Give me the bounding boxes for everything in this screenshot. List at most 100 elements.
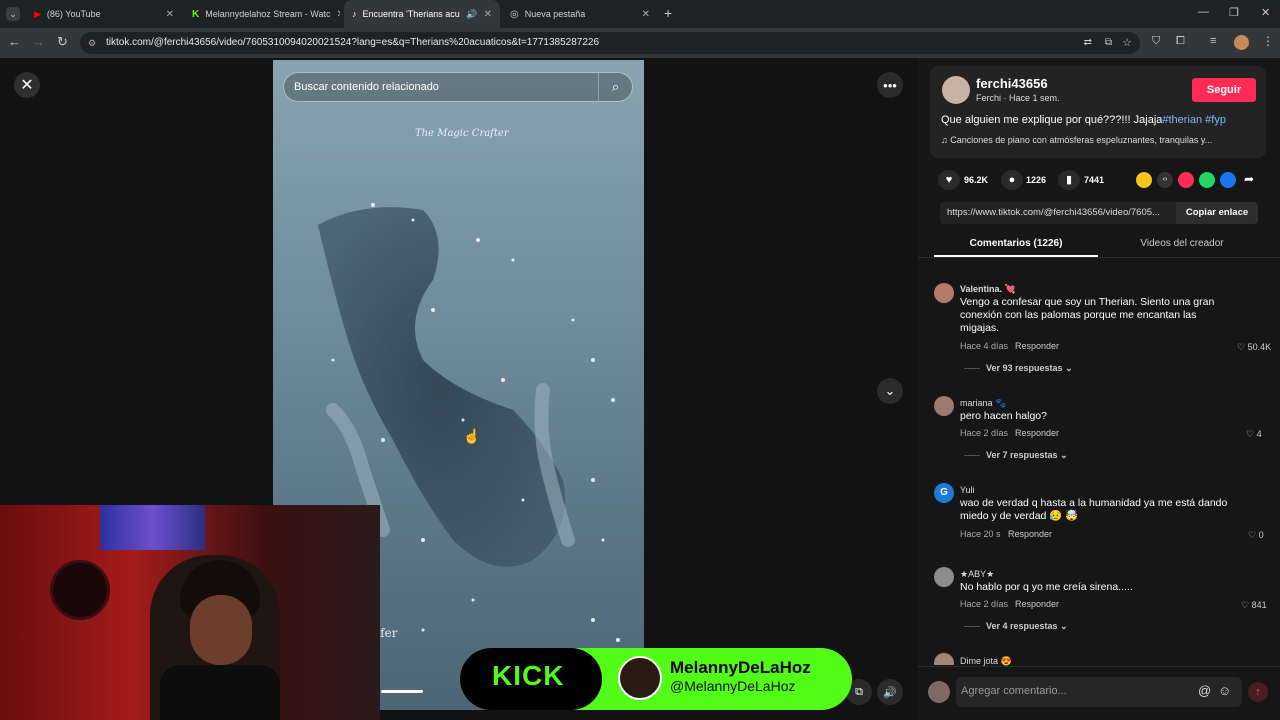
comment-like[interactable]: ♡ 0 bbox=[1248, 530, 1264, 541]
copy-link-button[interactable]: Copiar enlace bbox=[1176, 202, 1258, 224]
speaker-icon[interactable]: 🔊 bbox=[466, 9, 477, 20]
comment-time: Hace 4 días bbox=[960, 341, 1009, 351]
reload-icon[interactable]: ↻ bbox=[57, 34, 68, 50]
close-tab-icon[interactable]: ✕ bbox=[166, 9, 174, 20]
view-replies-button[interactable]: Ver 4 respuestas ⌄ bbox=[986, 621, 1068, 632]
send-icon[interactable] bbox=[1178, 172, 1194, 188]
install-app-icon[interactable]: ⧉ bbox=[1105, 32, 1112, 54]
youtube-icon: ▶ bbox=[34, 8, 41, 19]
comment-author[interactable]: ★ABY★ bbox=[960, 569, 994, 580]
embed-icon[interactable]: ‹› bbox=[1157, 172, 1173, 188]
comment-time: Hace 2 días bbox=[960, 428, 1009, 438]
tab-new[interactable]: ◎ Nueva pestaña ✕ bbox=[502, 0, 658, 28]
emoji-icon[interactable]: ☺ bbox=[1218, 683, 1231, 698]
reply-button[interactable]: Responder bbox=[1015, 341, 1059, 351]
reply-button[interactable]: Responder bbox=[1008, 529, 1052, 539]
view-replies-button[interactable]: Ver 93 respuestas ⌄ bbox=[986, 363, 1073, 374]
translate-icon[interactable]: ⇄ bbox=[1084, 32, 1092, 54]
close-window-icon[interactable]: ✕ bbox=[1261, 6, 1270, 19]
extensions-icon[interactable]: ⧠ bbox=[1176, 35, 1185, 48]
close-tab-icon[interactable]: ✕ bbox=[642, 9, 650, 20]
follow-button[interactable]: Seguir bbox=[1192, 78, 1256, 102]
caption-text: Que alguien me explique por qué???!!! Ja… bbox=[941, 114, 1163, 126]
tab-label: Encuentra 'Therians acuatic bbox=[362, 9, 461, 19]
related-search-input[interactable]: Buscar contenido relacionado ⌕ bbox=[283, 72, 633, 102]
replies-line bbox=[964, 455, 980, 456]
pip-icon: ⧉ bbox=[855, 685, 863, 698]
tab-label: (86) YouTube bbox=[46, 9, 101, 19]
reply-button[interactable]: Responder bbox=[1015, 428, 1059, 438]
chrome-icon: ◎ bbox=[510, 8, 519, 20]
post-comment-button[interactable]: ↑ bbox=[1248, 682, 1268, 702]
comment-avatar[interactable] bbox=[934, 283, 954, 303]
tab-comments[interactable]: Comentarios (1226) bbox=[934, 238, 1098, 249]
view-replies-button[interactable]: Ver 7 respuestas ⌄ bbox=[986, 450, 1068, 461]
progress-bar-played[interactable] bbox=[381, 690, 423, 693]
tab-youtube[interactable]: ▶ (86) YouTube ✕ bbox=[26, 0, 182, 28]
menu-dots-icon[interactable]: ⋮ bbox=[1262, 34, 1274, 48]
forward-arrow-icon[interactable]: → bbox=[32, 34, 45, 49]
comment-like[interactable]: ♡ 50.4K bbox=[1237, 342, 1271, 353]
comment-button[interactable]: ● bbox=[1001, 170, 1023, 190]
heart-outline-icon: ♡ bbox=[1237, 342, 1246, 352]
shield-icon[interactable]: ⛉ bbox=[1152, 35, 1160, 48]
tab-tiktok[interactable]: ♪ Encuentra 'Therians acuatic 🔊 ✕ bbox=[344, 0, 500, 28]
whatsapp-icon[interactable] bbox=[1199, 172, 1215, 188]
comment-like-count: 4 bbox=[1256, 429, 1262, 439]
close-tab-icon[interactable]: ✕ bbox=[336, 9, 340, 20]
comment-avatar[interactable] bbox=[934, 396, 954, 416]
bookmark-star-icon[interactable]: ☆ bbox=[1122, 32, 1132, 54]
comment-author[interactable]: Valentina. 💘 bbox=[960, 284, 1016, 295]
wall-poster bbox=[100, 505, 205, 550]
ellipsis-icon: ••• bbox=[883, 77, 897, 93]
like-button[interactable]: ♥ bbox=[938, 170, 960, 190]
close-video-button[interactable]: ✕ bbox=[14, 72, 40, 98]
search-icon[interactable]: ⌕ bbox=[598, 73, 632, 101]
comment-like[interactable]: ♡ 4 bbox=[1246, 429, 1262, 440]
music-title: Canciones de piano con atmósferas espelu… bbox=[950, 135, 1213, 145]
comment-author[interactable]: Yuli bbox=[960, 485, 975, 495]
tabs-divider bbox=[918, 257, 1280, 258]
tab-search-button[interactable]: ⌄ bbox=[6, 7, 20, 21]
save-button[interactable]: ▮ bbox=[1058, 170, 1080, 190]
comment-avatar[interactable]: G bbox=[934, 483, 954, 503]
author-username[interactable]: ferchi43656 bbox=[976, 76, 1048, 91]
bookmark-icon: ▮ bbox=[1065, 174, 1073, 186]
profile-avatar[interactable] bbox=[1234, 35, 1249, 50]
share-link-text[interactable]: https://www.tiktok.com/@ferchi43656/vide… bbox=[947, 207, 1160, 218]
back-arrow-icon[interactable]: ← bbox=[8, 34, 21, 49]
more-options-button[interactable]: ••• bbox=[877, 72, 903, 98]
replies-line bbox=[964, 626, 980, 627]
comment-count: 1226 bbox=[1026, 175, 1047, 185]
minimize-icon[interactable]: — bbox=[1198, 6, 1209, 18]
volume-button[interactable]: 🔊 bbox=[877, 679, 903, 705]
my-avatar bbox=[928, 681, 950, 703]
new-tab-plus-icon[interactable]: + bbox=[664, 5, 672, 21]
author-avatar[interactable] bbox=[942, 76, 970, 104]
search-placeholder: Buscar contenido relacionado bbox=[294, 81, 439, 93]
restore-icon[interactable]: ❐ bbox=[1229, 6, 1239, 19]
url-input[interactable]: ⚙ tiktok.com/@ferchi43656/video/76053100… bbox=[80, 32, 1140, 54]
tab-kick[interactable]: K Melannydelahoz Stream - Watc ✕ bbox=[184, 0, 340, 28]
view-replies-label: Ver 93 respuestas bbox=[986, 363, 1063, 373]
comment-avatar[interactable] bbox=[934, 567, 954, 587]
mention-icon[interactable]: @ bbox=[1198, 683, 1211, 698]
comment-author[interactable]: mariana 🐾 bbox=[960, 398, 1006, 409]
close-tab-icon[interactable]: ✕ bbox=[484, 9, 492, 20]
facebook-icon[interactable] bbox=[1220, 172, 1236, 188]
coin-icon[interactable] bbox=[1136, 172, 1152, 188]
video-info-card: ferchi43656 Ferchi · Hace 1 sem. Seguir … bbox=[930, 66, 1266, 158]
site-info-icon[interactable]: ⚙ bbox=[88, 32, 96, 54]
reading-list-icon[interactable]: ≡ bbox=[1210, 35, 1216, 47]
next-video-button[interactable]: ⌄ bbox=[877, 378, 903, 404]
caption-hashtags[interactable]: #therian #fyp bbox=[1162, 114, 1226, 126]
share-arrow-icon[interactable]: ➦ bbox=[1244, 172, 1254, 186]
comment-like[interactable]: ♡ 841 bbox=[1241, 600, 1267, 611]
comment-input[interactable]: Agregar comentario... @ ☺ bbox=[956, 677, 1242, 707]
webcam-overlay bbox=[0, 505, 380, 720]
comment-author[interactable]: Dime jota 😍 bbox=[960, 656, 1012, 666]
comment-time: Hace 20 s bbox=[960, 529, 1001, 539]
reply-button[interactable]: Responder bbox=[1015, 599, 1059, 609]
tab-creator-videos[interactable]: Videos del creador bbox=[1100, 238, 1264, 249]
music-line[interactable]: ♫ Canciones de piano con atmósferas espe… bbox=[941, 135, 1212, 145]
